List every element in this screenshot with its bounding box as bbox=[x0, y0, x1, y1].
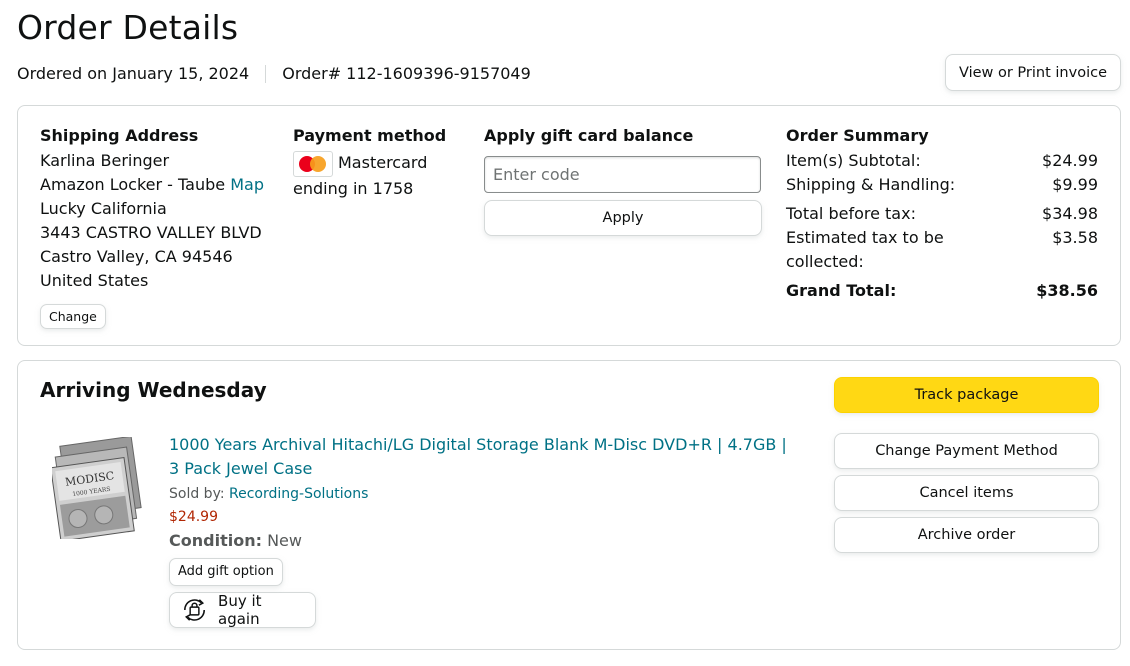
summary-value: $9.99 bbox=[1052, 175, 1098, 194]
summary-row-subtotal: Item(s) Subtotal: $24.99 bbox=[786, 149, 1098, 173]
product-info: 1000 Years Archival Hitachi/LG Digital S… bbox=[169, 433, 789, 628]
add-gift-option-button[interactable]: Add gift option bbox=[169, 558, 283, 586]
summary-value: $34.98 bbox=[1042, 204, 1098, 223]
change-address-button[interactable]: Change bbox=[40, 304, 106, 329]
product-title-link[interactable]: 1000 Years Archival Hitachi/LG Digital S… bbox=[169, 433, 789, 481]
product-price: $24.99 bbox=[169, 509, 218, 525]
payment-method-section: Payment method Mastercard ending in 1758 bbox=[293, 126, 463, 201]
summary-label: Item(s) Subtotal: bbox=[786, 151, 921, 170]
payment-method-title: Payment method bbox=[293, 126, 447, 145]
order-meta: Ordered on January 15, 2024 Order# 112-1… bbox=[17, 64, 531, 83]
shipment-card: Arriving Wednesday MODISC 1000 YEARS 100… bbox=[17, 360, 1121, 650]
card-ending: ending in 1758 bbox=[293, 178, 414, 198]
payment-card: Mastercard bbox=[293, 149, 463, 177]
summary-label: Total before tax: bbox=[786, 204, 916, 223]
apply-gift-card-button[interactable]: Apply bbox=[484, 200, 762, 236]
summary-row-tax: Estimated tax to be collected: $3.58 bbox=[786, 226, 1098, 274]
summary-value: $3.58 bbox=[1052, 228, 1098, 247]
order-info-card: Shipping Address Karlina Beringer Amazon… bbox=[17, 105, 1121, 346]
map-link[interactable]: Map bbox=[230, 175, 264, 194]
shipping-line2: Lucky California bbox=[40, 199, 167, 218]
summary-row-before-tax: Total before tax: $34.98 bbox=[786, 202, 1098, 226]
cancel-items-button[interactable]: Cancel items bbox=[834, 475, 1099, 511]
card-brand: Mastercard bbox=[338, 153, 428, 172]
buy-again-label: Buy it again bbox=[218, 592, 262, 628]
meta-divider bbox=[265, 64, 267, 83]
shipping-country: United States bbox=[40, 271, 149, 290]
gift-code-input[interactable] bbox=[484, 156, 761, 193]
product-condition: Condition: New bbox=[169, 529, 789, 553]
shipping-street: 3443 CASTRO VALLEY BLVD bbox=[40, 223, 262, 242]
condition-label: Condition: bbox=[169, 531, 262, 550]
mastercard-icon bbox=[293, 150, 333, 177]
gift-card-section: Apply gift card balance Apply bbox=[484, 126, 762, 236]
shipping-name: Karlina Beringer bbox=[40, 151, 170, 170]
locker-name: Amazon Locker - Taube bbox=[40, 175, 226, 194]
arrival-status: Arriving Wednesday bbox=[40, 378, 267, 402]
product-image[interactable]: MODISC 1000 YEARS bbox=[52, 437, 150, 539]
buy-again-button[interactable]: Buy it again bbox=[169, 592, 316, 628]
order-summary-title: Order Summary bbox=[786, 126, 929, 145]
summary-row-shipping: Shipping & Handling: $9.99 bbox=[786, 173, 1098, 197]
summary-label: Estimated tax to be collected: bbox=[786, 228, 944, 271]
grand-total-value: $38.56 bbox=[1036, 281, 1098, 300]
order-number: Order# 112-1609396-9157049 bbox=[282, 64, 531, 83]
order-date: Ordered on January 15, 2024 bbox=[17, 64, 250, 83]
buy-again-icon bbox=[184, 599, 205, 621]
view-invoice-button[interactable]: View or Print invoice bbox=[944, 54, 1121, 91]
condition-value: New bbox=[267, 531, 302, 550]
shipping-address-section: Shipping Address Karlina Beringer Amazon… bbox=[40, 126, 280, 329]
summary-label: Shipping & Handling: bbox=[786, 175, 956, 194]
order-summary-section: Order Summary Item(s) Subtotal: $24.99 S… bbox=[786, 126, 1098, 303]
grand-total-label: Grand Total: bbox=[786, 281, 897, 300]
change-payment-button[interactable]: Change Payment Method bbox=[834, 433, 1099, 469]
shipping-address-title: Shipping Address bbox=[40, 126, 199, 145]
sold-by-label: Sold by: bbox=[169, 486, 229, 502]
shipping-city: Castro Valley, CA 94546 bbox=[40, 247, 233, 266]
shipment-actions: Track package Change Payment Method Canc… bbox=[834, 377, 1099, 559]
gift-card-title: Apply gift card balance bbox=[484, 126, 694, 145]
summary-value: $24.99 bbox=[1042, 151, 1098, 170]
seller-link[interactable]: Recording-Solutions bbox=[229, 486, 368, 502]
shipping-locker: Amazon Locker - Taube Map bbox=[40, 173, 280, 197]
sold-by: Sold by: Recording-Solutions bbox=[169, 483, 789, 505]
page-title: Order Details bbox=[17, 8, 239, 47]
archive-order-button[interactable]: Archive order bbox=[834, 517, 1099, 553]
summary-row-grand-total: Grand Total: $38.56 bbox=[786, 279, 1098, 303]
track-package-button[interactable]: Track package bbox=[834, 377, 1099, 413]
